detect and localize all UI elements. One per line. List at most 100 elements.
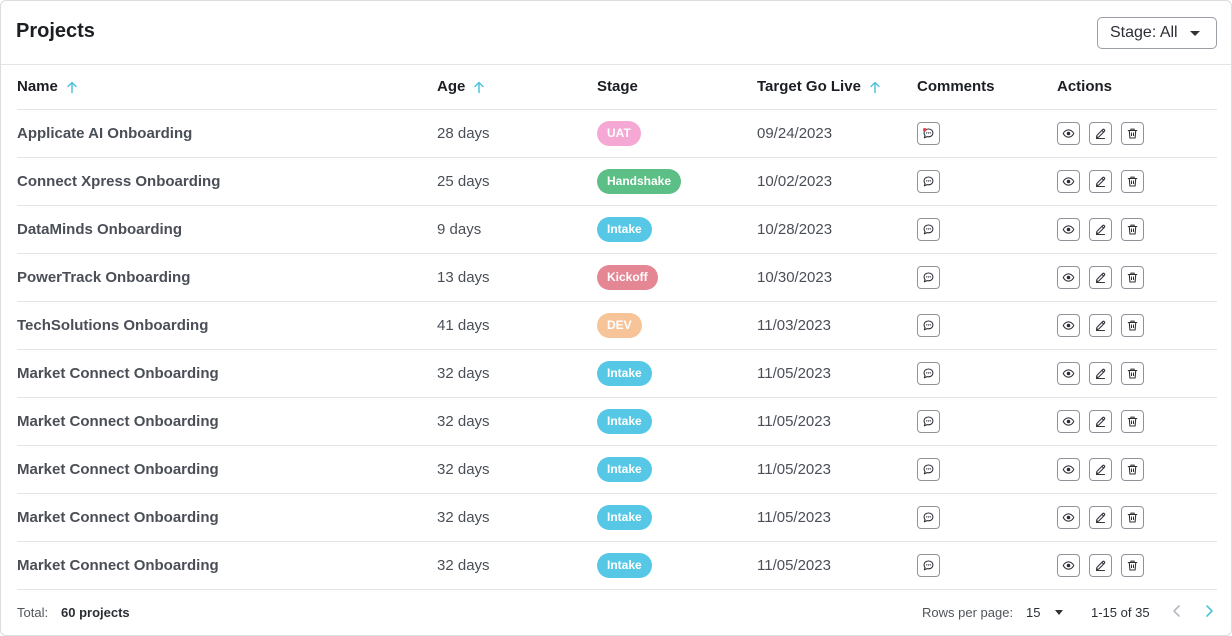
delete-button[interactable] (1121, 169, 1144, 193)
project-name[interactable]: Market Connect Onboarding (17, 493, 437, 542)
comments-button[interactable] (917, 409, 940, 433)
project-name[interactable]: Market Connect Onboarding (17, 541, 437, 590)
edit-button[interactable] (1089, 361, 1112, 385)
column-header: Actions (1057, 65, 1217, 110)
comments-button[interactable] (917, 265, 940, 289)
delete-button[interactable] (1121, 217, 1144, 241)
project-age: 25 days (437, 157, 597, 206)
actions-cell (1057, 301, 1217, 350)
project-name[interactable]: DataMinds Onboarding (17, 205, 437, 254)
column-header[interactable]: Target Go Live (757, 65, 917, 110)
sort-ascending-icon[interactable] (66, 81, 78, 94)
edit-button[interactable] (1089, 505, 1112, 529)
project-name[interactable]: Applicate AI Onboarding (17, 109, 437, 158)
rows-per-page-select[interactable]: 15 (1026, 601, 1068, 623)
project-name[interactable]: Connect Xpress Onboarding (17, 157, 437, 206)
delete-button[interactable] (1121, 121, 1144, 145)
target-go-live-date: 10/02/2023 (757, 157, 917, 206)
table-row: TechSolutions Onboarding 41 days DEV 11/03/… (17, 301, 1217, 350)
actions-cell (1057, 445, 1217, 494)
delete-button[interactable] (1121, 457, 1144, 481)
comments-button[interactable] (917, 505, 940, 529)
comments-button[interactable] (917, 169, 940, 193)
column-header[interactable]: Age (437, 65, 597, 110)
delete-button[interactable] (1121, 553, 1144, 577)
previous-page-button[interactable] (1169, 602, 1185, 620)
edit-button[interactable] (1089, 121, 1112, 145)
view-button[interactable] (1057, 409, 1080, 433)
comments-cell (917, 445, 1057, 494)
view-button[interactable] (1057, 313, 1080, 337)
comments-cell (917, 301, 1057, 350)
eye-icon (1062, 176, 1075, 186)
eye-icon (1062, 368, 1075, 378)
delete-button[interactable] (1121, 313, 1144, 337)
edit-button[interactable] (1089, 409, 1112, 433)
pencil-icon (1095, 416, 1106, 427)
comments-button[interactable] (917, 553, 940, 577)
project-name[interactable]: PowerTrack Onboarding (17, 253, 437, 302)
speech-bubble-icon (923, 272, 934, 282)
target-go-live-date: 11/05/2023 (757, 397, 917, 446)
comments-button[interactable] (917, 361, 940, 385)
edit-button[interactable] (1089, 265, 1112, 289)
trash-icon (1127, 320, 1138, 330)
delete-button[interactable] (1121, 265, 1144, 289)
trash-icon (1127, 176, 1138, 186)
target-go-live-date: 11/05/2023 (757, 349, 917, 398)
comments-cell (917, 397, 1057, 446)
stage-badge: UAT (597, 120, 641, 146)
table-footer: Total: 60 projects Rows per page: 15 1-1… (1, 589, 1231, 635)
view-button[interactable] (1057, 265, 1080, 289)
project-name[interactable]: TechSolutions Onboarding (17, 301, 437, 350)
comments-button[interactable] (917, 217, 940, 241)
edit-button[interactable] (1089, 169, 1112, 193)
next-page-button[interactable] (1201, 602, 1217, 620)
eye-icon (1062, 128, 1075, 138)
project-name[interactable]: Market Connect Onboarding (17, 397, 437, 446)
comments-cell (917, 349, 1057, 398)
edit-button[interactable] (1089, 457, 1112, 481)
view-button[interactable] (1057, 361, 1080, 385)
sort-ascending-icon[interactable] (473, 81, 485, 94)
project-age: 32 days (437, 349, 597, 398)
sort-ascending-icon[interactable] (869, 81, 881, 94)
stage-filter-label: Stage: All (1110, 24, 1178, 41)
target-go-live-date: 10/30/2023 (757, 253, 917, 302)
table-row: DataMinds Onboarding 9 days Intake 10/28/20… (17, 205, 1217, 254)
column-header-label: Stage (597, 78, 638, 96)
pencil-icon (1095, 320, 1106, 331)
edit-button[interactable] (1089, 217, 1112, 241)
edit-button[interactable] (1089, 313, 1112, 337)
comments-cell (917, 253, 1057, 302)
view-button[interactable] (1057, 217, 1080, 241)
speech-bubble-icon (923, 320, 934, 330)
comments-button[interactable] (917, 457, 940, 481)
view-button[interactable] (1057, 505, 1080, 529)
column-header: Comments (917, 65, 1057, 110)
view-button[interactable] (1057, 553, 1080, 577)
project-name[interactable]: Market Connect Onboarding (17, 349, 437, 398)
table-row: Market Connect Onboarding 32 days Intake 11… (17, 349, 1217, 398)
eye-icon (1062, 464, 1075, 474)
stage-filter-dropdown[interactable]: Stage: All (1097, 17, 1217, 49)
total-label: Total: (17, 605, 49, 620)
delete-button[interactable] (1121, 409, 1144, 433)
pencil-icon (1095, 272, 1106, 283)
speech-bubble-icon (923, 368, 934, 378)
delete-button[interactable] (1121, 505, 1144, 529)
view-button[interactable] (1057, 169, 1080, 193)
comments-button[interactable] (917, 313, 940, 337)
chevron-right-icon (1206, 605, 1213, 617)
unread-indicator (922, 127, 927, 132)
comments-button[interactable] (917, 121, 940, 145)
view-button[interactable] (1057, 457, 1080, 481)
project-name[interactable]: Market Connect Onboarding (17, 445, 437, 494)
trash-icon (1127, 224, 1138, 234)
actions-cell (1057, 541, 1217, 590)
view-button[interactable] (1057, 121, 1080, 145)
column-header[interactable]: Name (17, 65, 437, 110)
delete-button[interactable] (1121, 361, 1144, 385)
edit-button[interactable] (1089, 553, 1112, 577)
speech-bubble-icon (922, 127, 934, 138)
